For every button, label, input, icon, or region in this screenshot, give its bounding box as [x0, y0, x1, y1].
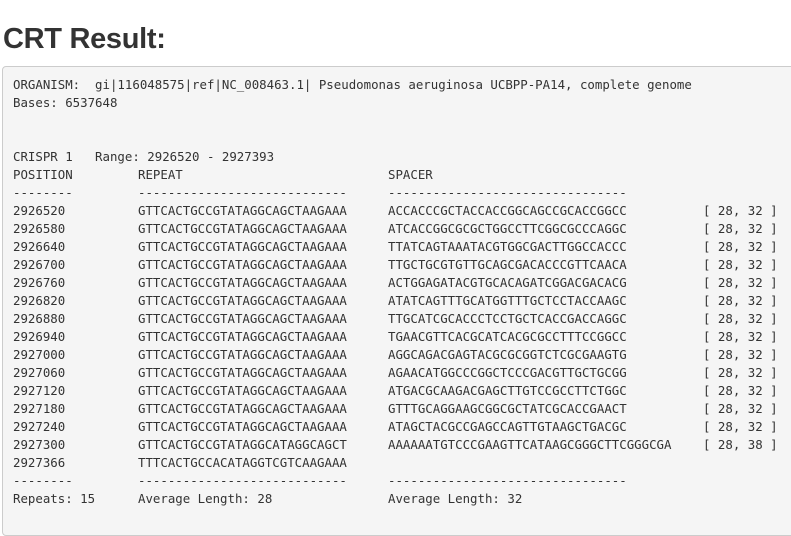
page-title: CRT Result:	[3, 23, 166, 55]
row-position: 2926940	[13, 329, 66, 344]
row-spacer: AAAAAATGTCCCGAAGTTCATAAGCGGGCTTCGGGCGA	[388, 437, 672, 452]
row-position: 2927240	[13, 419, 66, 434]
divider-repeat: ----------------------------	[138, 185, 347, 200]
repeat-average-length: Average Length: 28	[138, 491, 273, 506]
divider-spacer: --------------------------------	[388, 185, 627, 200]
row-spacer: TTGCTGCGTGTTGCAGCGACACCCGTTCAACA	[388, 257, 627, 272]
row-spacer: ACTGGAGATACGTGCACAGATCGGACGACACG	[388, 275, 627, 290]
row-repeat: GTTCACTGCCGTATAGGCAGCTAAGAAA	[138, 221, 347, 236]
row-position: 2926880	[13, 311, 66, 326]
row-position: 2926820	[13, 293, 66, 308]
row-lengths: [ 28, 32 ]	[703, 293, 778, 308]
row-repeat: GTTCACTGCCGTATAGGCAGCTAAGAAA	[138, 401, 347, 416]
row-position: 2927000	[13, 347, 66, 362]
row-lengths: [ 28, 32 ]	[703, 329, 778, 344]
row-position: 2926520	[13, 203, 66, 218]
row-repeat: GTTCACTGCCGTATAGGCAGCTAAGAAA	[138, 275, 347, 290]
repeats-count: Repeats: 15	[13, 491, 96, 506]
row-lengths: [ 28, 38 ]	[703, 437, 778, 452]
row-position: 2927366	[13, 455, 66, 470]
row-repeat: GTTCACTGCCGTATAGGCAGCTAAGAAA	[138, 311, 347, 326]
row-repeat: GTTCACTGCCGTATAGGCAGCTAAGAAA	[138, 203, 347, 218]
divider-position: --------	[13, 185, 73, 200]
row-repeat: GTTCACTGCCGTATAGGCATAGGCAGCT	[138, 437, 347, 452]
footer-divider-repeat: ----------------------------	[138, 473, 347, 488]
footer-divider-position: --------	[13, 473, 73, 488]
column-header-spacer: SPACER	[388, 167, 433, 182]
row-lengths: [ 28, 32 ]	[703, 401, 778, 416]
row-spacer: TGAACGTTCACGCATCACGCGCCTTTCCGGCC	[388, 329, 627, 344]
row-repeat: GTTCACTGCCGTATAGGCAGCTAAGAAA	[138, 365, 347, 380]
row-spacer: ATATCAGTTTGCATGGTTTGCTCCTACCAAGC	[388, 293, 627, 308]
row-position: 2927060	[13, 365, 66, 380]
bases-line: Bases: 6537648	[13, 95, 118, 110]
row-position: 2926760	[13, 275, 66, 290]
row-repeat: GTTCACTGCCGTATAGGCAGCTAAGAAA	[138, 239, 347, 254]
row-lengths: [ 28, 32 ]	[703, 275, 778, 290]
row-lengths: [ 28, 32 ]	[703, 203, 778, 218]
row-repeat: GTTCACTGCCGTATAGGCAGCTAAGAAA	[138, 293, 347, 308]
row-lengths: [ 28, 32 ]	[703, 383, 778, 398]
row-lengths: [ 28, 32 ]	[703, 239, 778, 254]
row-lengths: [ 28, 32 ]	[703, 311, 778, 326]
row-spacer: AGGCAGACGAGTACGCGCGGTCTCGCGAAGTG	[388, 347, 627, 362]
organism-line: ORGANISM: gi|116048575|ref|NC_008463.1| …	[13, 77, 692, 92]
row-position: 2926700	[13, 257, 66, 272]
column-header-position: POSITION	[13, 167, 73, 182]
row-position: 2926640	[13, 239, 66, 254]
row-lengths: [ 28, 32 ]	[703, 257, 778, 272]
crt-result-box: ORGANISM: gi|116048575|ref|NC_008463.1| …	[2, 66, 791, 536]
row-lengths: [ 28, 32 ]	[703, 347, 778, 362]
row-spacer: ATGACGCAAGACGAGCTTGTCCGCCTTCTGGC	[388, 383, 627, 398]
row-repeat: GTTCACTGCCGTATAGGCAGCTAAGAAA	[138, 419, 347, 434]
row-repeat: GTTCACTGCCGTATAGGCAGCTAAGAAA	[138, 383, 347, 398]
row-spacer: TTATCAGTAAATACGTGGCGACTTGGCCACCC	[388, 239, 627, 254]
column-header-repeat: REPEAT	[138, 167, 183, 182]
row-lengths: [ 28, 32 ]	[703, 419, 778, 434]
row-lengths: [ 28, 32 ]	[703, 365, 778, 380]
row-spacer: ACCACCCGCTACCACCGGCAGCCGCACCGGCC	[388, 203, 627, 218]
row-position: 2926580	[13, 221, 66, 236]
row-spacer: ATAGCTACGCCGAGCCAGTTGTAAGCTGACGC	[388, 419, 627, 434]
row-repeat: GTTCACTGCCGTATAGGCAGCTAAGAAA	[138, 347, 347, 362]
row-spacer: ATCACCGGCGCGCTGGCCTTCGGCGCCCAGGC	[388, 221, 627, 236]
row-spacer: AGAACATGGCCCGGCTCCCGACGTTGCTGCGG	[388, 365, 627, 380]
row-spacer: TTGCATCGCACCCTCCTGCTCACCGACCAGGC	[388, 311, 627, 326]
row-position: 2927300	[13, 437, 66, 452]
row-spacer: GTTTGCAGGAAGCGGCGCTATCGCACCGAACT	[388, 401, 627, 416]
row-lengths: [ 28, 32 ]	[703, 221, 778, 236]
spacer-average-length: Average Length: 32	[388, 491, 523, 506]
row-repeat: GTTCACTGCCGTATAGGCAGCTAAGAAA	[138, 329, 347, 344]
row-repeat: TTTCACTGCCACATAGGTCGTCAAGAAA	[138, 455, 347, 470]
row-position: 2927180	[13, 401, 66, 416]
crispr-header: CRISPR 1 Range: 2926520 - 2927393	[13, 149, 275, 164]
row-repeat: GTTCACTGCCGTATAGGCAGCTAAGAAA	[138, 257, 347, 272]
footer-divider-spacer: --------------------------------	[388, 473, 627, 488]
row-position: 2927120	[13, 383, 66, 398]
